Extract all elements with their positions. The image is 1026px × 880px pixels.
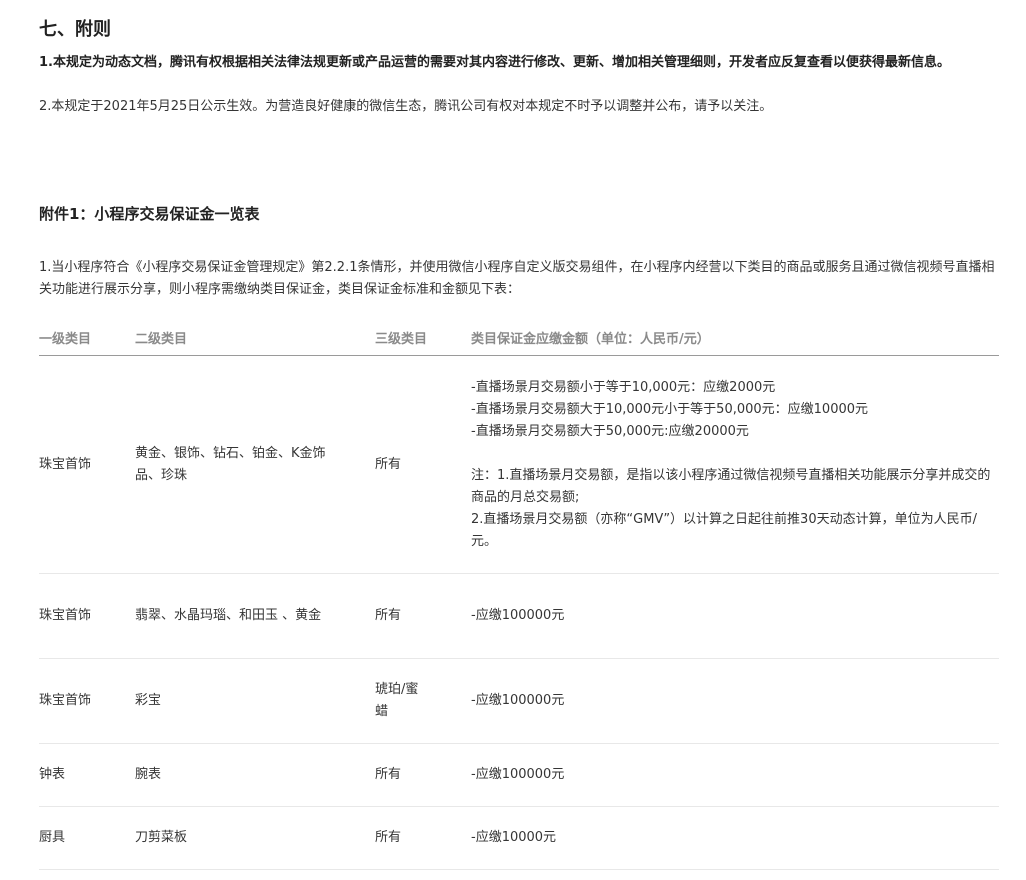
section-title: 七、附则 xyxy=(39,19,111,40)
cell-amount: -应缴100000元 xyxy=(471,743,999,807)
document-page: 七、附则 1.本规定为动态文档，腾讯有权根据相关法律法规更新或产品运营的需要对其… xyxy=(0,0,1026,880)
cell-level2: 翡翠、水晶玛瑙、和田玉 、黄金 xyxy=(135,573,375,659)
table-header-row: 一级类目 二级类目 三级类目 类目保证金应缴金额（单位：人民币/元） xyxy=(39,319,999,356)
amount-tier-2: -直播场景月交易额大于10,000元小于等于50,000元：应缴10000元 xyxy=(471,401,869,417)
clause-1: 1.本规定为动态文档，腾讯有权根据相关法律法规更新或产品运营的需要对其内容进行修… xyxy=(39,55,950,70)
cell-amount: -直播场景月交易额小于等于10,000元：应缴2000元 -直播场景月交易额大于… xyxy=(471,355,999,574)
cell-level3: 所有 xyxy=(375,573,471,659)
cell-level2: 腕表 xyxy=(135,743,375,807)
cell-level1: 厨具 xyxy=(39,806,135,870)
clause-2: 2.本规定于2021年5月25日公示生效。为营造良好健康的微信生态，腾讯公司有权… xyxy=(39,99,773,114)
deposit-table: 一级类目 二级类目 三级类目 类目保证金应缴金额（单位：人民币/元） 珠宝首饰 … xyxy=(39,319,999,870)
cell-level3: 所有 xyxy=(375,806,471,870)
annex-intro: 1.当小程序符合《小程序交易保证金管理规定》第2.2.1条情形，并使用微信小程序… xyxy=(39,260,995,297)
cell-level3: 所有 xyxy=(375,355,471,574)
header-amount: 类目保证金应缴金额（单位：人民币/元） xyxy=(471,319,999,356)
amount-note-2: 2.直播场景月交易额（亦称“GMV”）以计算之日起往前推30天动态计算，单位为人… xyxy=(471,511,977,549)
annex-title: 附件1：小程序交易保证金一览表 xyxy=(39,205,260,223)
table-row: 珠宝首饰 翡翠、水晶玛瑙、和田玉 、黄金 所有 -应缴100000元 xyxy=(39,573,999,659)
header-level2: 二级类目 xyxy=(135,319,375,356)
cell-amount: -应缴100000元 xyxy=(471,658,999,744)
amount-tier-3: -直播场景月交易额大于50,000元:应缴20000元 xyxy=(471,423,749,439)
cell-amount: -应缴100000元 xyxy=(471,573,999,659)
table-row: 珠宝首饰 黄金、银饰、钻石、铂金、K金饰品、珍珠 所有 -直播场景月交易额小于等… xyxy=(39,355,999,574)
amount-tier-1: -直播场景月交易额小于等于10,000元：应缴2000元 xyxy=(471,379,776,395)
header-level1: 一级类目 xyxy=(39,319,135,356)
cell-level1: 珠宝首饰 xyxy=(39,658,135,744)
cell-level3: 琥珀/蜜蜡 xyxy=(375,658,471,744)
table-row: 厨具 刀剪菜板 所有 -应缴10000元 xyxy=(39,806,999,870)
cell-level1: 珠宝首饰 xyxy=(39,355,135,574)
cell-level1: 珠宝首饰 xyxy=(39,573,135,659)
cell-amount: -应缴10000元 xyxy=(471,806,999,870)
cell-level1: 钟表 xyxy=(39,743,135,807)
cell-level2: 黄金、银饰、钻石、铂金、K金饰品、珍珠 xyxy=(135,355,375,574)
header-level3: 三级类目 xyxy=(375,319,471,356)
cell-level2: 刀剪菜板 xyxy=(135,806,375,870)
table-row: 珠宝首饰 彩宝 琥珀/蜜蜡 -应缴100000元 xyxy=(39,658,999,744)
table-row: 钟表 腕表 所有 -应缴100000元 xyxy=(39,743,999,807)
cell-level2: 彩宝 xyxy=(135,658,375,744)
cell-level3: 所有 xyxy=(375,743,471,807)
amount-note-1: 注：1.直播场景月交易额，是指以该小程序通过微信视频号直播相关功能展示分享并成交… xyxy=(471,467,991,505)
